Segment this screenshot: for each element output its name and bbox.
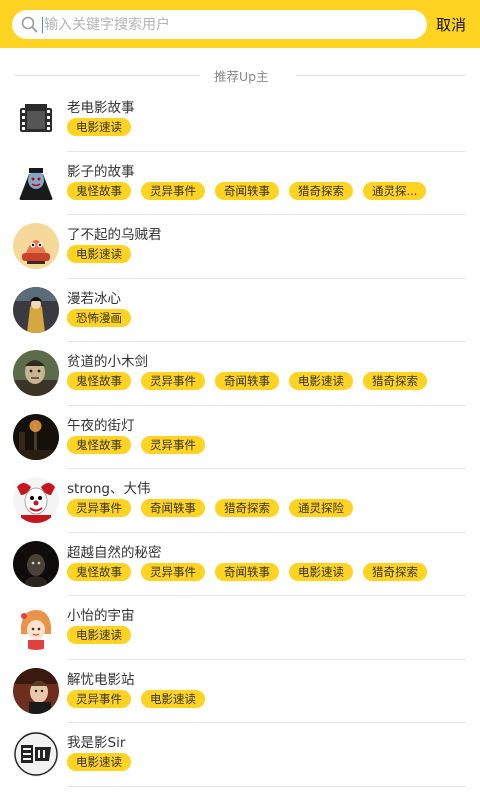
list-item[interactable]: 漫若冰心 恐怖漫画	[0, 279, 480, 342]
user-name[interactable]: 小怡的宇宙	[67, 604, 135, 624]
category-tag[interactable]: 奇闻轶事	[215, 181, 279, 200]
squid-cartoon-icon[interactable]	[13, 223, 59, 269]
category-tag[interactable]: 鬼怪故事	[67, 562, 131, 581]
night-street-icon[interactable]	[13, 413, 59, 460]
category-tag[interactable]: 鬼怪故事	[67, 435, 131, 454]
user-name[interactable]: 午夜的街灯	[67, 414, 135, 434]
category-tag[interactable]: 灵异事件	[67, 689, 131, 708]
category-tag[interactable]: 猎奇探索	[289, 181, 353, 200]
list-item[interactable]: 我是影Sir 电影速读	[0, 723, 480, 787]
taoist-portrait-icon[interactable]	[13, 350, 59, 396]
user-name[interactable]: 影子的故事	[67, 160, 135, 180]
film-reel-icon[interactable]	[13, 96, 59, 142]
tag-list: 鬼怪故事 灵异事件	[67, 435, 215, 454]
divider-line	[14, 75, 200, 76]
list-item[interactable]: 贫道的小木剑 鬼怪故事 灵异事件 奇闻轶事 电影速读 猎奇探索	[0, 342, 480, 406]
category-tag[interactable]: 灵异事件	[141, 562, 205, 581]
list-item[interactable]: 解忧电影站 灵异事件 电影速读	[0, 660, 480, 723]
movie-character-icon[interactable]	[13, 667, 59, 714]
cartoon-girl-icon[interactable]	[13, 604, 59, 650]
cancel-button[interactable]: 取消	[436, 14, 466, 35]
ghost-face-icon[interactable]	[13, 540, 59, 587]
user-name[interactable]: 了不起的乌贼君	[67, 223, 162, 243]
user-name[interactable]: 老电影故事	[67, 96, 135, 116]
user-name[interactable]: 超越自然的秘密	[67, 541, 162, 561]
tag-list: 恐怖漫画	[67, 308, 141, 327]
category-tag[interactable]: 电影速读	[67, 118, 131, 136]
category-tag[interactable]: 电影速读	[289, 562, 353, 581]
category-tag[interactable]: 通灵探...	[363, 181, 427, 200]
search-box[interactable]	[12, 10, 427, 39]
category-tag[interactable]: 灵异事件	[141, 435, 205, 454]
ying-sir-logo-icon[interactable]	[13, 731, 59, 777]
user-name[interactable]: 贫道的小木剑	[67, 350, 148, 370]
dark-figure-icon[interactable]	[13, 286, 59, 333]
category-tag[interactable]: 灵异事件	[141, 181, 205, 200]
user-name[interactable]: 漫若冰心	[67, 287, 121, 307]
search-input[interactable]	[44, 10, 414, 39]
tag-list: 电影速读	[67, 118, 141, 136]
search-icon	[21, 16, 38, 33]
tag-list: 鬼怪故事 灵异事件 奇闻轶事 电影速读 猎奇探索	[67, 562, 437, 581]
category-tag[interactable]: 恐怖漫画	[67, 308, 131, 327]
list-item[interactable]: strong、大伟 灵异事件 奇闻轶事 猎奇探索 通灵探险	[0, 469, 480, 533]
user-name[interactable]: strong、大伟	[67, 477, 150, 497]
tag-list: 灵异事件 电影速读	[67, 689, 215, 708]
category-tag[interactable]: 奇闻轶事	[215, 372, 279, 390]
category-tag[interactable]: 鬼怪故事	[67, 372, 131, 390]
tag-list: 电影速读	[67, 626, 141, 644]
user-name[interactable]: 解忧电影站	[67, 668, 135, 688]
tag-list: 鬼怪故事 灵异事件 奇闻轶事 猎奇探索 通灵探...	[67, 181, 436, 200]
vampire-cartoon-icon[interactable]	[13, 159, 59, 206]
category-tag[interactable]: 猎奇探索	[363, 372, 427, 390]
category-tag[interactable]: 电影速读	[289, 372, 353, 390]
category-tag[interactable]: 灵异事件	[67, 499, 131, 517]
list-item[interactable]: 超越自然的秘密 鬼怪故事 灵异事件 奇闻轶事 电影速读 猎奇探索	[0, 533, 480, 596]
top-bar: 取消	[0, 0, 480, 48]
category-tag[interactable]: 猎奇探索	[215, 499, 279, 517]
category-tag[interactable]: 通灵探险	[289, 499, 353, 517]
category-tag[interactable]: 鬼怪故事	[67, 181, 131, 200]
category-tag[interactable]: 电影速读	[67, 753, 131, 771]
list-item[interactable]: 影子的故事 鬼怪故事 灵异事件 奇闻轶事 猎奇探索 通灵探...	[0, 152, 480, 215]
row-divider	[67, 785, 466, 787]
list-item[interactable]: 老电影故事 电影速读	[0, 88, 480, 152]
list-item[interactable]: 午夜的街灯 鬼怪故事 灵异事件	[0, 406, 480, 469]
tag-list: 电影速读	[67, 245, 141, 263]
section-header: 推荐Up主	[14, 66, 466, 84]
tag-list: 电影速读	[67, 753, 141, 771]
list-item[interactable]: 了不起的乌贼君 电影速读	[0, 215, 480, 279]
list-item[interactable]: 小怡的宇宙 电影速读	[0, 596, 480, 660]
category-tag[interactable]: 奇闻轶事	[141, 499, 205, 517]
recommended-user-list: 老电影故事 电影速读 影子的故事 鬼怪故事 灵异事件 奇闻轶事 猎奇探索 通灵探... 了不起的…	[0, 88, 480, 787]
category-tag[interactable]: 电影速读	[67, 245, 131, 263]
tag-list: 鬼怪故事 灵异事件 奇闻轶事 电影速读 猎奇探索	[67, 372, 437, 390]
divider-line	[296, 75, 466, 76]
category-tag[interactable]: 猎奇探索	[363, 562, 427, 581]
category-tag[interactable]: 灵异事件	[141, 372, 205, 390]
text-cursor	[42, 17, 43, 33]
clown-icon[interactable]	[13, 477, 59, 523]
section-title: 推荐Up主	[214, 69, 269, 84]
user-name[interactable]: 我是影Sir	[67, 731, 125, 751]
category-tag[interactable]: 电影速读	[141, 689, 205, 708]
tag-list: 灵异事件 奇闻轶事 猎奇探索 通灵探险	[67, 499, 363, 517]
category-tag[interactable]: 奇闻轶事	[215, 562, 279, 581]
category-tag[interactable]: 电影速读	[67, 626, 131, 644]
